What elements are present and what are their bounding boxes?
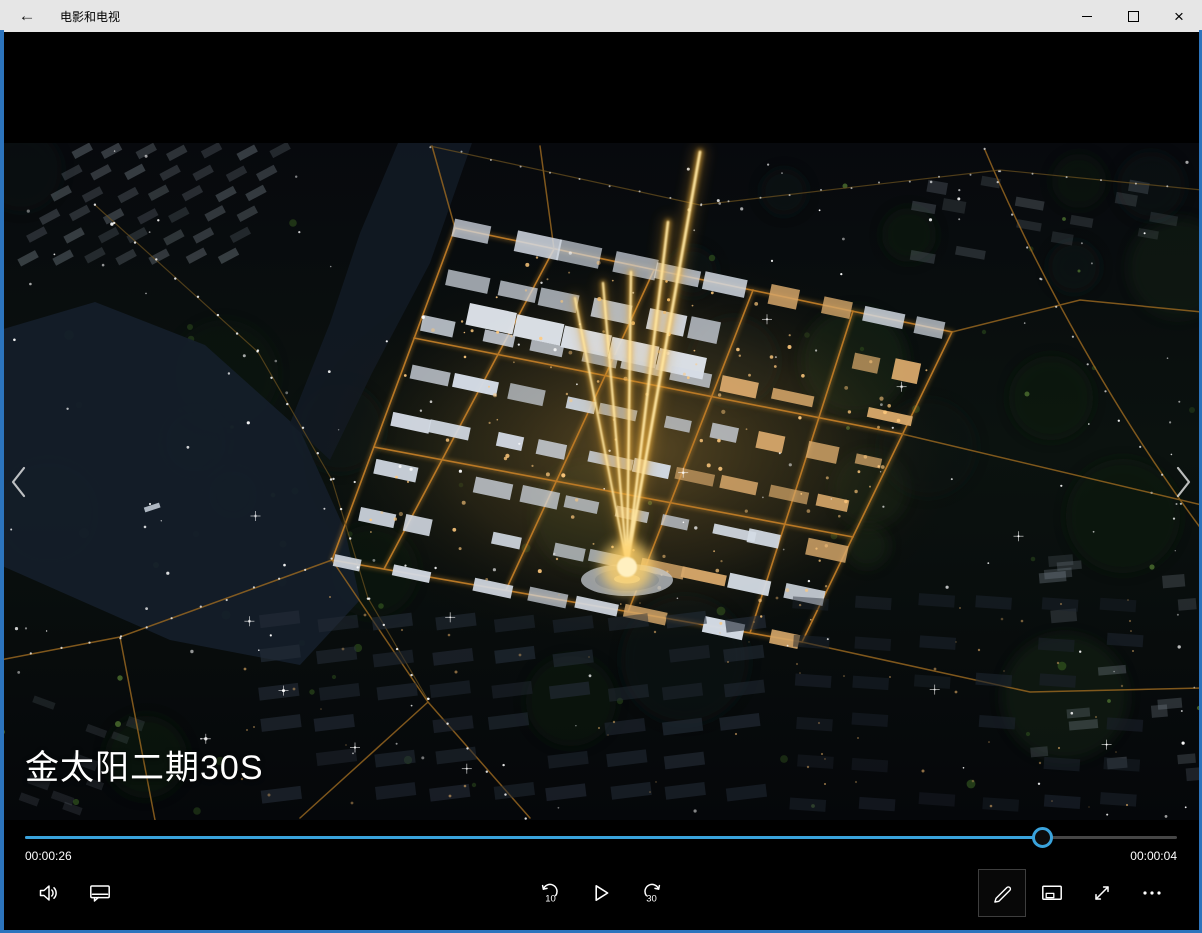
play-button[interactable] [577, 869, 625, 917]
volume-icon [37, 881, 61, 905]
maximize-icon [1128, 11, 1139, 22]
pen-icon [990, 881, 1014, 905]
time-labels: 00:00:26 00:00:04 [25, 849, 1177, 863]
mini-player-icon [1040, 881, 1064, 905]
window-controls: × [1064, 0, 1202, 32]
closed-captions-button[interactable] [76, 869, 124, 917]
closed-captions-icon [88, 881, 112, 905]
next-video-button[interactable] [1168, 460, 1198, 506]
edit-pen-button[interactable] [978, 869, 1026, 917]
minimize-icon [1082, 16, 1092, 17]
video-stage[interactable]: 金太阳二期30S 00:00:26 00:00:04 [0, 32, 1202, 933]
left-button-group [25, 869, 124, 917]
close-icon: × [1174, 8, 1184, 25]
video-title-overlay: 金太阳二期30S [25, 740, 264, 789]
seek-track [25, 836, 1177, 839]
seek-thumb[interactable] [1032, 827, 1053, 848]
elapsed-time: 00:00:26 [25, 849, 72, 863]
back-icon: ← [19, 6, 36, 25]
fullscreen-icon [1090, 881, 1114, 905]
close-button[interactable]: × [1156, 0, 1202, 32]
volume-button[interactable] [25, 869, 73, 917]
mini-player-button[interactable] [1028, 869, 1076, 917]
maximize-button[interactable] [1110, 0, 1156, 32]
playback-controls: 00:00:26 00:00:04 [0, 820, 1202, 933]
chevron-left-icon [6, 460, 32, 504]
center-button-group: 10 30 [527, 869, 675, 917]
player-buttons: 10 30 [0, 869, 1202, 917]
skip-forward-button[interactable]: 30 [627, 869, 675, 917]
skip-back-label: 10 [545, 894, 556, 905]
fullscreen-button[interactable] [1078, 869, 1126, 917]
app-title: 电影和电视 [60, 8, 120, 25]
movies-tv-window: ← 电影和电视 × [0, 0, 1202, 933]
seek-bar[interactable] [25, 830, 1177, 846]
back-button[interactable]: ← [4, 0, 50, 32]
previous-video-button[interactable] [4, 460, 34, 506]
window-border-left [0, 30, 4, 933]
video-frame [0, 143, 1202, 820]
skip-back-10-icon: 10 [539, 881, 563, 905]
remaining-time: 00:00:04 [1130, 849, 1177, 863]
titlebar: ← 电影和电视 × [0, 0, 1202, 32]
skip-forward-30-icon: 30 [639, 881, 663, 905]
progress-fill [25, 836, 1042, 839]
right-button-group [978, 869, 1176, 917]
chevron-right-icon [1170, 460, 1196, 504]
more-options-icon [1140, 881, 1164, 905]
skip-back-button[interactable]: 10 [527, 869, 575, 917]
minimize-button[interactable] [1064, 0, 1110, 32]
skip-forward-label: 30 [646, 894, 657, 905]
play-icon [589, 881, 613, 905]
more-options-button[interactable] [1128, 869, 1176, 917]
